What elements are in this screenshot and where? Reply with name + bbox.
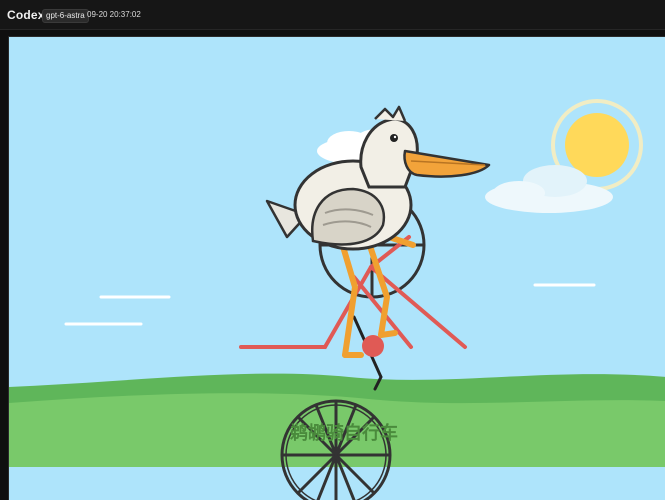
preview-panel: 鹈鹕骑自行车 [0, 30, 665, 500]
eye [390, 134, 398, 142]
title-bar: Codex gpt-6-astra 09-20 20:37:02 [0, 0, 665, 30]
model-badge[interactable]: gpt-6-astra [42, 9, 89, 23]
pelican-scene: 鹈鹕骑自行车 [9, 37, 665, 500]
app-title: Codex [7, 8, 45, 22]
sun [565, 113, 629, 177]
crank-hub [362, 335, 384, 357]
rendered-canvas: 鹈鹕骑自行车 [8, 36, 665, 500]
timestamp: 09-20 20:37:02 [87, 10, 141, 19]
eye-glint [393, 135, 397, 139]
scene-caption: 鹈鹕骑自行车 [289, 422, 398, 444]
